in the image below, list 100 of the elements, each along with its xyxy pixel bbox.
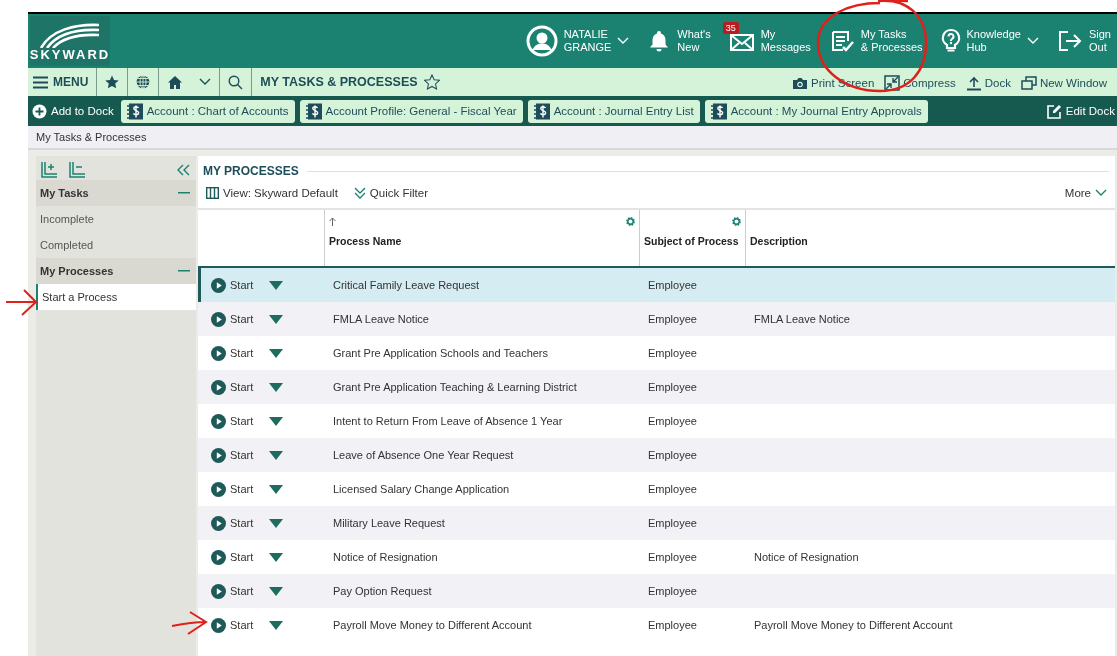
table-row[interactable]: Start Payroll Move Money to Different Account Employee Payroll Move Money to Different Account: [198, 608, 1115, 642]
dropdown-triangle-icon[interactable]: [269, 382, 284, 392]
start-button[interactable]: Start: [211, 413, 254, 429]
start-button[interactable]: Start: [211, 311, 254, 327]
dock-button[interactable]: Dock: [965, 75, 1011, 91]
table-cell: Leave of Absence One Year Request: [333, 449, 514, 461]
table-row[interactable]: Start Leave of Absence One Year Request Employee: [198, 438, 1115, 472]
more-button[interactable]: More: [1064, 187, 1107, 199]
table-cell: FMLA Leave Notice: [754, 313, 850, 325]
table-row[interactable]: Start Military Leave Request Employee: [198, 506, 1115, 540]
add-to-dock-button[interactable]: Add to Dock: [32, 103, 114, 119]
add-chart-icon[interactable]: [40, 161, 58, 179]
remove-chart-icon[interactable]: [68, 161, 86, 179]
start-button[interactable]: Start: [211, 447, 254, 463]
table-row[interactable]: Start Notice of Resignation Employee Notice of Resignation: [198, 540, 1115, 574]
header-tasks-button[interactable]: My Tasks & Processes: [828, 28, 923, 54]
column-header[interactable]: Subject of Process: [640, 210, 746, 266]
table-cell: Notice of Resignation: [333, 551, 438, 563]
column-header[interactable]: Description: [746, 210, 1115, 266]
dock-chip[interactable]: Account : Chart of Accounts: [120, 99, 295, 123]
new-window-button[interactable]: New Window: [1020, 76, 1107, 90]
dropdown-triangle-icon[interactable]: [269, 416, 284, 426]
collapse-sidebar-icon[interactable]: [176, 164, 190, 176]
dropdown-triangle-icon[interactable]: [269, 620, 284, 630]
table-row[interactable]: Start Intent to Return From Leave of Absence 1 Year Employee: [198, 404, 1115, 438]
table-cell: Employee: [648, 449, 697, 461]
dropdown-triangle-icon[interactable]: [269, 552, 284, 562]
play-icon: [211, 277, 226, 293]
table-row[interactable]: Start FMLA Leave Notice Employee FMLA Leave Notice: [198, 302, 1115, 336]
dropdown-triangle-icon[interactable]: [269, 484, 284, 494]
table-row[interactable]: Start Critical Family Leave Request Employee: [198, 268, 1115, 302]
play-icon: [211, 345, 226, 361]
dropdown-triangle-icon[interactable]: [269, 348, 284, 358]
table-cell: Employee: [648, 415, 697, 427]
menu-icon: [33, 75, 48, 89]
play-icon: [211, 549, 226, 565]
sidebar-item[interactable]: Completed: [36, 232, 196, 258]
dollar-book-icon: [305, 102, 322, 120]
compress-icon: [884, 75, 901, 91]
table-cell: Payroll Move Money to Different Account: [333, 619, 532, 631]
table-row[interactable]: Start Grant Pre Application Schools and Teachers Employee: [198, 336, 1115, 370]
table-cell: Pay Option Request: [333, 585, 432, 597]
home-icon: [167, 74, 184, 90]
dropdown-triangle-icon[interactable]: [269, 518, 284, 528]
start-button[interactable]: Start: [211, 379, 254, 395]
column-header[interactable]: Process Name: [325, 210, 640, 266]
dropdown-triangle-icon[interactable]: [269, 450, 284, 460]
edit-dock-button[interactable]: Edit Dock: [1046, 103, 1115, 119]
table-cell: Employee: [648, 347, 697, 359]
star-outline-icon[interactable]: [423, 74, 440, 90]
columns-icon: [206, 187, 219, 199]
start-button[interactable]: Start: [211, 549, 254, 565]
double-chevron-down-icon: [353, 187, 366, 199]
section-title: My Tasks: [40, 187, 89, 199]
skyward-logo[interactable]: SKYWARD: [30, 16, 110, 66]
dock-chip[interactable]: Account : My Journal Entry Approvals: [704, 99, 928, 123]
dock-chip[interactable]: Account : Journal Entry List: [527, 99, 700, 123]
settings-icon[interactable]: [625, 215, 636, 227]
section-title: My Processes: [40, 265, 114, 277]
start-button[interactable]: Start: [211, 481, 254, 497]
settings-icon[interactable]: [731, 215, 742, 227]
start-button[interactable]: Start: [211, 345, 254, 361]
new-window-icon: [1020, 76, 1037, 90]
chevron-down-icon: [1095, 189, 1107, 197]
header-mail-button[interactable]: 35 My Messages: [720, 16, 811, 56]
start-button[interactable]: Start: [211, 277, 254, 293]
dropdown-triangle-icon[interactable]: [269, 314, 284, 324]
annotation-arrow: [171, 611, 207, 635]
edit-icon: [1046, 103, 1062, 119]
table-cell: Military Leave Request: [333, 517, 445, 529]
dropdown-triangle-icon[interactable]: [269, 586, 284, 596]
table-cell: Employee: [648, 483, 697, 495]
quick-filter-button[interactable]: Quick Filter: [353, 187, 428, 199]
table-row[interactable]: Start Grant Pre Application Teaching & Learning District Employee: [198, 370, 1115, 404]
user-menu-button[interactable]: NATALIE GRANGE: [525, 25, 630, 57]
breadcrumb[interactable]: My Tasks & Processes: [36, 131, 147, 143]
dock-chip[interactable]: Account Profile: General - Fiscal Year: [299, 99, 523, 123]
table-row[interactable]: Start Pay Option Request Employee: [198, 574, 1115, 608]
play-icon: [211, 481, 226, 497]
start-button[interactable]: Start: [211, 583, 254, 599]
table-cell: Employee: [648, 551, 697, 563]
start-button[interactable]: Start: [211, 515, 254, 531]
dropdown-triangle-icon[interactable]: [269, 280, 284, 290]
view-button[interactable]: View: Skyward Default: [206, 187, 338, 199]
play-icon: [211, 447, 226, 463]
start-button[interactable]: Start: [211, 617, 254, 633]
table-cell: Licensed Salary Change Application: [333, 483, 510, 495]
camera-icon: [792, 76, 808, 90]
table-cell: Employee: [648, 517, 697, 529]
table-cell: Notice of Resignation: [754, 551, 859, 563]
table-cell: FMLA Leave Notice: [333, 313, 429, 325]
sidebar-item[interactable]: Incomplete: [36, 206, 196, 232]
header-bell-button[interactable]: What's New: [647, 28, 711, 54]
table-row[interactable]: Start Licensed Salary Change Application Employee: [198, 472, 1115, 506]
message-count-badge: 35: [722, 22, 739, 34]
sidebar-item[interactable]: Start a Process: [36, 284, 196, 310]
table-cell: Intent to Return From Leave of Absence 1 Year: [333, 415, 563, 427]
header-sign-out-button[interactable]: Sign Out: [1056, 28, 1111, 54]
play-icon: [211, 311, 226, 327]
header-help-button[interactable]: Knowledge Hub: [940, 28, 1039, 54]
